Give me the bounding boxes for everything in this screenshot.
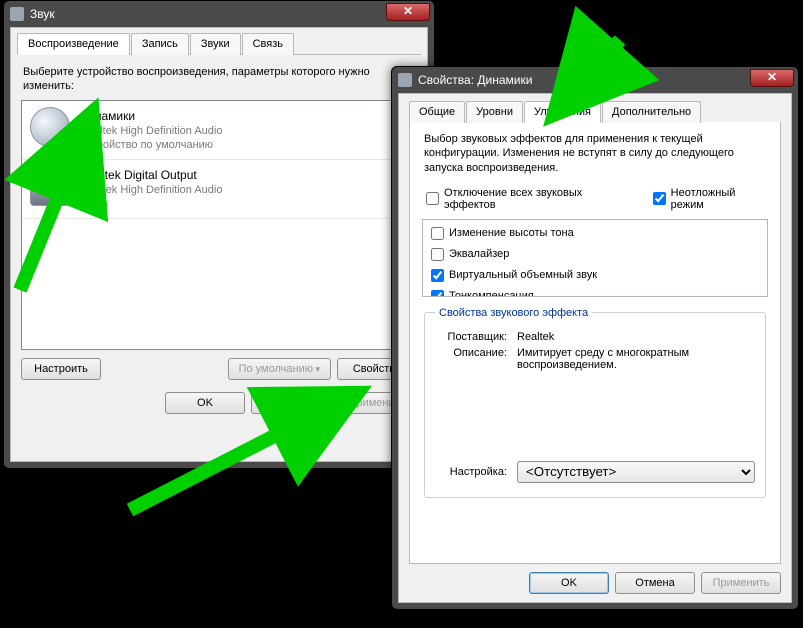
list-item[interactable]: Realtek Digital Output Realtek High Defi…: [22, 160, 416, 219]
setting-row: Настройка: <Отсутствует>: [435, 461, 755, 483]
window-body: Воспроизведение Запись Звуки Связь Выбер…: [10, 27, 428, 462]
group-title: Свойства звукового эффекта: [435, 307, 592, 319]
tab-recording[interactable]: Запись: [131, 33, 189, 55]
disable-all-effects-checkbox[interactable]: [426, 192, 439, 205]
dialog-buttons: OK Отмена Применить: [409, 572, 781, 594]
provider-label: Поставщик:: [435, 331, 517, 343]
effect-checkbox[interactable]: [431, 290, 444, 297]
window-title: Звук: [30, 7, 55, 21]
ok-button[interactable]: OK: [165, 392, 245, 414]
titlebar[interactable]: Звук ✕: [4, 1, 434, 27]
immediate-mode-checkbox[interactable]: [653, 192, 666, 205]
tab-bar: Общие Уровни Улучшения Дополнительно: [409, 100, 781, 122]
close-icon[interactable]: ✕: [386, 3, 430, 21]
window-icon: [398, 73, 412, 87]
effects-list[interactable]: Изменение высоты тона Эквалайзер Виртуал…: [422, 219, 768, 297]
disable-all-effects[interactable]: Отключение всех звуковых эффектов: [422, 187, 631, 211]
tab-bar: Воспроизведение Запись Звуки Связь: [17, 32, 421, 55]
effect-checkbox[interactable]: [431, 227, 444, 240]
tab-enhancements[interactable]: Улучшения: [524, 101, 601, 123]
list-item[interactable]: Эквалайзер: [427, 245, 763, 264]
description-value: Имитирует среду с многократным воспроизв…: [517, 347, 755, 371]
properties-window: Свойства: Динамики ✕ Общие Уровни Улучше…: [391, 66, 799, 610]
setting-select[interactable]: <Отсутствует>: [517, 461, 755, 483]
list-item[interactable]: Тонкомпенсация: [427, 287, 763, 297]
cancel-button[interactable]: Отмена: [615, 572, 695, 594]
effect-checkbox[interactable]: [431, 248, 444, 261]
device-buttons: Настроить По умолчанию Свойства: [21, 358, 417, 380]
list-item[interactable]: Динамики Realtek High Definition Audio У…: [22, 101, 416, 160]
window-title: Свойства: Динамики: [418, 73, 532, 87]
default-check-icon: [54, 131, 72, 149]
device-sub: Realtek High Definition Audio: [80, 124, 222, 138]
effect-checkbox[interactable]: [431, 269, 444, 282]
set-default-button[interactable]: По умолчанию: [228, 358, 331, 380]
effect-properties-group: Свойства звукового эффекта Поставщик: Re…: [424, 307, 766, 498]
device-status: Устройство по умолчанию: [80, 138, 222, 152]
sound-window: Звук ✕ Воспроизведение Запись Звуки Связ…: [3, 0, 435, 469]
window-icon: [10, 7, 24, 21]
configure-button[interactable]: Настроить: [21, 358, 101, 380]
device-sub: Realtek High Definition Audio: [80, 183, 222, 197]
close-icon[interactable]: ✕: [750, 69, 794, 87]
device-list[interactable]: Динамики Realtek High Definition Audio У…: [21, 100, 417, 350]
tab-playback[interactable]: Воспроизведение: [17, 33, 130, 55]
window-body: Общие Уровни Улучшения Дополнительно Выб…: [398, 93, 792, 603]
digital-output-icon: [30, 166, 70, 206]
speaker-icon: [30, 107, 70, 147]
tab-sounds[interactable]: Звуки: [190, 33, 241, 55]
device-status: Готов: [80, 198, 222, 212]
tab-advanced[interactable]: Дополнительно: [602, 101, 701, 123]
tab-general[interactable]: Общие: [409, 101, 465, 123]
instructions: Выберите устройство воспроизведения, пар…: [23, 65, 415, 94]
immediate-mode[interactable]: Неотложный режим: [649, 187, 768, 211]
cancel-button[interactable]: Отмена: [251, 392, 331, 414]
tab-levels[interactable]: Уровни: [466, 101, 523, 123]
list-item[interactable]: Виртуальный объемный звук: [427, 266, 763, 285]
enhancements-panel: Выбор звуковых эффектов для применения к…: [409, 122, 781, 564]
panel-description: Выбор звуковых эффектов для применения к…: [424, 132, 766, 175]
titlebar[interactable]: Свойства: Динамики ✕: [392, 67, 798, 93]
device-name: Динамики: [80, 109, 222, 125]
device-name: Realtek Digital Output: [80, 168, 222, 184]
tab-communications[interactable]: Связь: [242, 33, 294, 55]
description-label: Описание:: [435, 347, 517, 371]
list-item[interactable]: Изменение высоты тона: [427, 224, 763, 243]
dialog-buttons: OK Отмена Применить: [21, 392, 417, 414]
global-options: Отключение всех звуковых эффектов Неотло…: [422, 185, 768, 213]
setting-label: Настройка:: [435, 466, 517, 478]
ok-button[interactable]: OK: [529, 572, 609, 594]
apply-button[interactable]: Применить: [701, 572, 781, 594]
provider-value: Realtek: [517, 331, 755, 343]
